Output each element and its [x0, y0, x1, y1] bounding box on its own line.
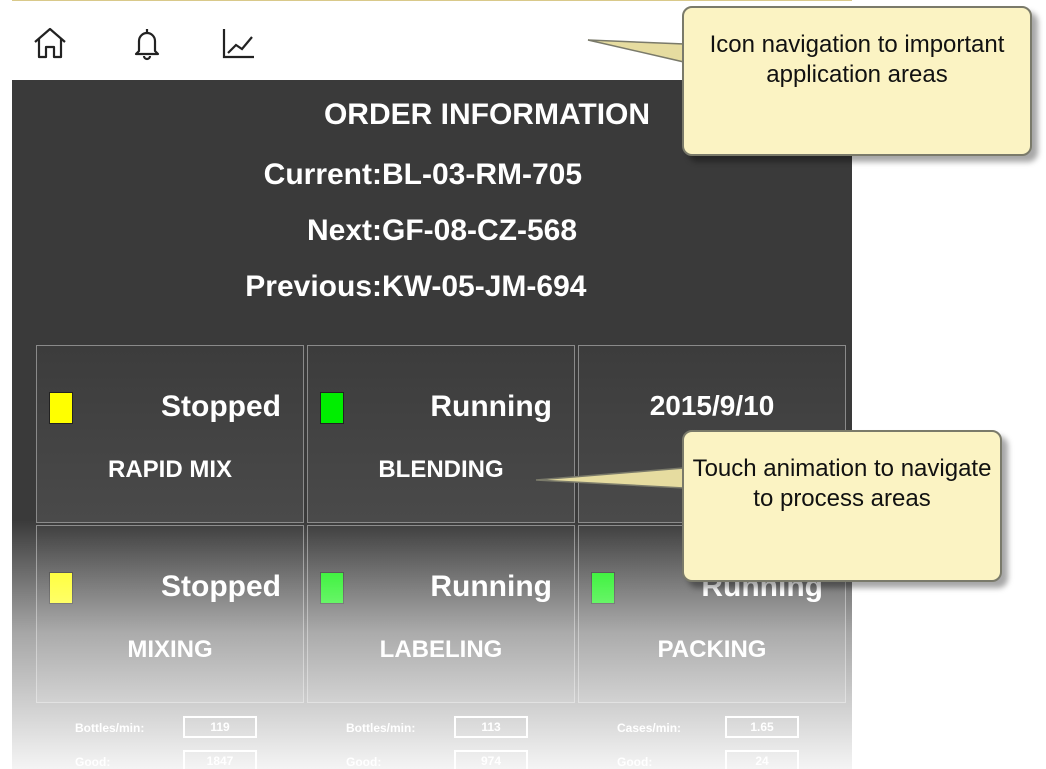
status-led	[591, 572, 615, 604]
date-display: 2015/9/10	[649, 390, 775, 421]
order-current-value: BL-03-RM-705	[382, 158, 583, 191]
metric-value: 113	[454, 716, 528, 738]
metric-label: Bottles/min:	[75, 721, 145, 735]
order-current-label: Current:	[263, 158, 382, 191]
metric-label: Cases/min:	[617, 721, 682, 735]
tile-name: BLENDING	[378, 456, 504, 483]
tile-labeling[interactable]: Running LABELING Bottles/min: 113 Good: …	[307, 525, 575, 769]
metric-label: Good:	[75, 755, 111, 769]
tile-status: Running	[430, 390, 552, 423]
tile-status: Stopped	[161, 570, 281, 603]
metric-value: 974	[454, 750, 528, 769]
status-led	[49, 392, 73, 424]
metric-value: 24	[725, 750, 799, 769]
status-led	[320, 572, 344, 604]
tile-rapid-mix[interactable]: Stopped RAPID MIX	[36, 345, 304, 523]
tile-name: RAPID MIX	[107, 456, 232, 483]
nav-callout: Icon navigation to important application…	[682, 6, 1032, 156]
metric-value: 119	[183, 716, 257, 738]
metric-label: Bottles/min:	[346, 721, 416, 735]
main-panel: ORDER INFORMATION Current: BL-03-RM-705 …	[12, 80, 852, 769]
tile-name: LABELING	[379, 636, 503, 663]
tile-status: Running	[430, 570, 552, 603]
tile-name: MIXING	[127, 636, 213, 663]
metric-value: 1847	[183, 750, 257, 769]
order-row-current: Current: BL-03-RM-705	[12, 158, 852, 198]
status-led	[320, 392, 344, 424]
metric-label: Good:	[346, 755, 382, 769]
tile-status: Stopped	[161, 390, 281, 423]
tile-mixing[interactable]: Stopped MIXING Bottles/min: 119 Good: 18…	[36, 525, 304, 769]
order-row-previous: Previous: KW-05-JM-694	[12, 270, 852, 310]
metric-value: 1.65	[725, 716, 799, 738]
home-icon[interactable]	[30, 23, 70, 63]
order-previous-label: Previous:	[245, 270, 382, 303]
metric-label: Good:	[617, 755, 653, 769]
trend-chart-icon[interactable]	[218, 23, 258, 63]
order-previous-value: KW-05-JM-694	[382, 270, 587, 303]
order-next-label: Next:	[306, 214, 382, 247]
status-led	[49, 572, 73, 604]
touch-callout: Touch animation to navigate to process a…	[682, 430, 1002, 582]
order-next-value: GF-08-CZ-568	[382, 214, 578, 247]
bell-icon[interactable]	[127, 23, 167, 63]
order-row-next: Next: GF-08-CZ-568	[12, 214, 852, 254]
tile-name: PACKING	[657, 636, 767, 663]
tile-blending[interactable]: Running BLENDING	[307, 345, 575, 523]
